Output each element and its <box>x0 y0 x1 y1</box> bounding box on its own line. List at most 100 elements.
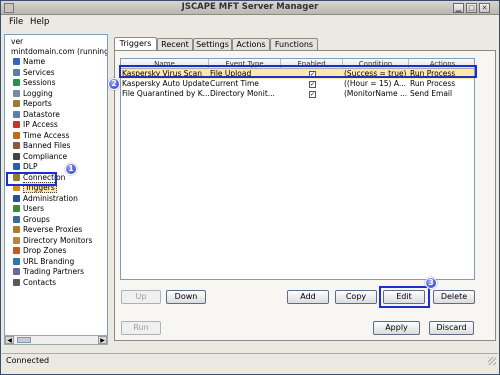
ip-access-icon <box>13 121 20 128</box>
scrollbar-thumb[interactable] <box>17 337 31 343</box>
enabled-checkbox[interactable]: ✓ <box>309 71 316 78</box>
menu-help-label: Help <box>30 17 50 27</box>
close-button[interactable]: ✕ <box>479 3 490 13</box>
tab-functions[interactable]: Functions <box>270 38 318 50</box>
apply-button[interactable]: Apply <box>373 321 420 335</box>
tree-root[interactable]: ver <box>11 37 23 47</box>
tree-item-label: Triggers <box>23 182 57 193</box>
tree-item-time-access[interactable]: Time Access <box>13 131 69 141</box>
tree-domain[interactable]: mintdomain.com (running) <box>11 47 107 57</box>
tree-item-label: Time Access <box>23 130 70 140</box>
down-button[interactable]: Down <box>166 290 206 304</box>
menu-file-label: File <box>9 17 24 27</box>
scroll-left-arrow-icon[interactable]: ◀ <box>5 336 14 344</box>
drop-zones-icon <box>13 247 20 254</box>
tree-item-ip-access[interactable]: IP Access <box>13 120 58 130</box>
contacts-icon <box>13 278 20 286</box>
time-access-icon <box>13 131 20 139</box>
table-row[interactable]: Kaspersky Virus Scan File Upload ✓ (Success… <box>121 69 474 79</box>
cell-condition: ((Hour = 15) A... <box>344 79 406 88</box>
cell-actions: Send Email <box>410 89 453 98</box>
tree-item-triggers[interactable]: Triggers <box>13 182 57 193</box>
tree-item-label: Contacts <box>23 277 57 287</box>
cell-condition: (Success = true) <box>344 69 407 78</box>
cell-actions: Run Process <box>410 79 456 88</box>
tree-item-banned-files[interactable]: Banned Files <box>13 141 70 151</box>
tree-item-label: Connection <box>23 172 66 182</box>
table-row[interactable]: File Quarantined by K... Directory Monit.… <box>121 89 474 99</box>
cell-enabled[interactable]: ✓ <box>281 89 343 99</box>
tab-triggers[interactable]: Triggers <box>114 37 157 50</box>
tree-item-users[interactable]: Users <box>13 204 44 214</box>
tree-item-label: Reports <box>23 99 52 108</box>
tab-actions[interactable]: Actions <box>232 38 270 50</box>
menu-help[interactable]: Help <box>30 17 49 27</box>
copy-button[interactable]: Copy <box>335 290 377 304</box>
tree-item-label: IP Access <box>23 120 58 129</box>
column-header-name[interactable]: Name <box>121 59 209 69</box>
column-header-enabled[interactable]: Enabled <box>281 59 343 69</box>
tree-root-label: ver <box>11 37 24 46</box>
run-button[interactable]: Run <box>121 321 161 335</box>
tab-settings[interactable]: Settings <box>193 38 232 50</box>
callout-3: 3 <box>425 277 437 289</box>
tree-item-groups[interactable]: Groups <box>13 215 50 225</box>
column-header-condition[interactable]: Condition <box>343 59 409 69</box>
table-row[interactable]: Kaspersky Auto Update Current Time ✓ ((Hour… <box>121 79 474 89</box>
tree-item-services[interactable]: Services <box>13 68 55 78</box>
tree-item-drop-zones[interactable]: Drop Zones <box>13 246 66 256</box>
administration-icon <box>13 194 20 202</box>
tree-item-label: Name <box>23 57 46 66</box>
up-button[interactable]: Up <box>121 290 161 304</box>
services-icon <box>13 68 20 76</box>
title-bar: JSCAPE MFT Server Manager ▁ □ ✕ <box>1 1 499 15</box>
tree-item-connection[interactable]: Connection <box>13 173 65 183</box>
edit-button[interactable]: Edit <box>383 290 425 304</box>
tree-item-label: Directory Monitors <box>23 235 93 245</box>
enabled-checkbox[interactable]: ✓ <box>309 81 316 88</box>
tree-item-administration[interactable]: Administration <box>13 194 78 204</box>
column-header-event-type[interactable]: Event Type <box>209 59 281 69</box>
cell-enabled[interactable]: ✓ <box>281 69 343 79</box>
add-button[interactable]: Add <box>287 290 329 304</box>
groups-icon <box>13 215 20 223</box>
tree-item-trading-partners[interactable]: Trading Partners <box>13 267 84 277</box>
reverse-proxies-icon <box>13 226 20 233</box>
tree-item-name[interactable]: Name <box>13 57 45 67</box>
cell-enabled[interactable]: ✓ <box>281 79 343 89</box>
minimize-button[interactable]: ▁ <box>453 3 464 13</box>
tree-item-label: Trading Partners <box>23 267 85 276</box>
callout-1: 1 <box>65 163 77 175</box>
delete-button[interactable]: Delete <box>433 290 475 304</box>
url-branding-icon <box>13 257 20 265</box>
cell-name: Kaspersky Virus Scan <box>122 69 202 78</box>
callout-2: 2 <box>108 78 120 90</box>
directory-monitors-icon <box>13 236 20 244</box>
tab-recent[interactable]: Recent <box>157 38 193 50</box>
scroll-right-arrow-icon[interactable]: ▶ <box>98 336 107 344</box>
discard-button[interactable]: Discard <box>429 321 474 335</box>
tree-item-reverse-proxies[interactable]: Reverse Proxies <box>13 225 82 235</box>
maximize-button[interactable]: □ <box>466 3 477 13</box>
tree-item-sessions[interactable]: Sessions <box>13 78 56 88</box>
enabled-checkbox[interactable]: ✓ <box>309 91 316 98</box>
navigation-tree[interactable]: ver mintdomain.com (running) Name Service… <box>4 34 108 345</box>
tree-horizontal-scrollbar[interactable]: ◀ ▶ <box>4 335 108 345</box>
tree-item-reports[interactable]: Reports <box>13 99 52 109</box>
tree-item-logging[interactable]: Logging <box>13 89 53 99</box>
tree-item-directory-monitors[interactable]: Directory Monitors <box>13 236 92 246</box>
status-bar: Connected <box>2 353 498 367</box>
column-header-actions[interactable]: Actions <box>409 59 474 69</box>
tree-item-compliance[interactable]: Compliance <box>13 152 67 162</box>
tree-item-label: Administration <box>23 193 78 203</box>
tree-item-contacts[interactable]: Contacts <box>13 278 56 288</box>
tree-item-dlp[interactable]: DLP <box>13 162 37 172</box>
tree-item-url-branding[interactable]: URL Branding <box>13 257 74 267</box>
menu-bar: File Help <box>1 16 499 30</box>
tree-item-datastore[interactable]: Datastore <box>13 110 60 120</box>
connection-icon <box>13 173 20 181</box>
sessions-icon <box>13 79 20 86</box>
menu-file[interactable]: File <box>9 17 23 27</box>
resize-grip-icon[interactable] <box>488 357 496 365</box>
triggers-table[interactable]: Name Event Type Enabled Condition Action… <box>120 58 475 280</box>
